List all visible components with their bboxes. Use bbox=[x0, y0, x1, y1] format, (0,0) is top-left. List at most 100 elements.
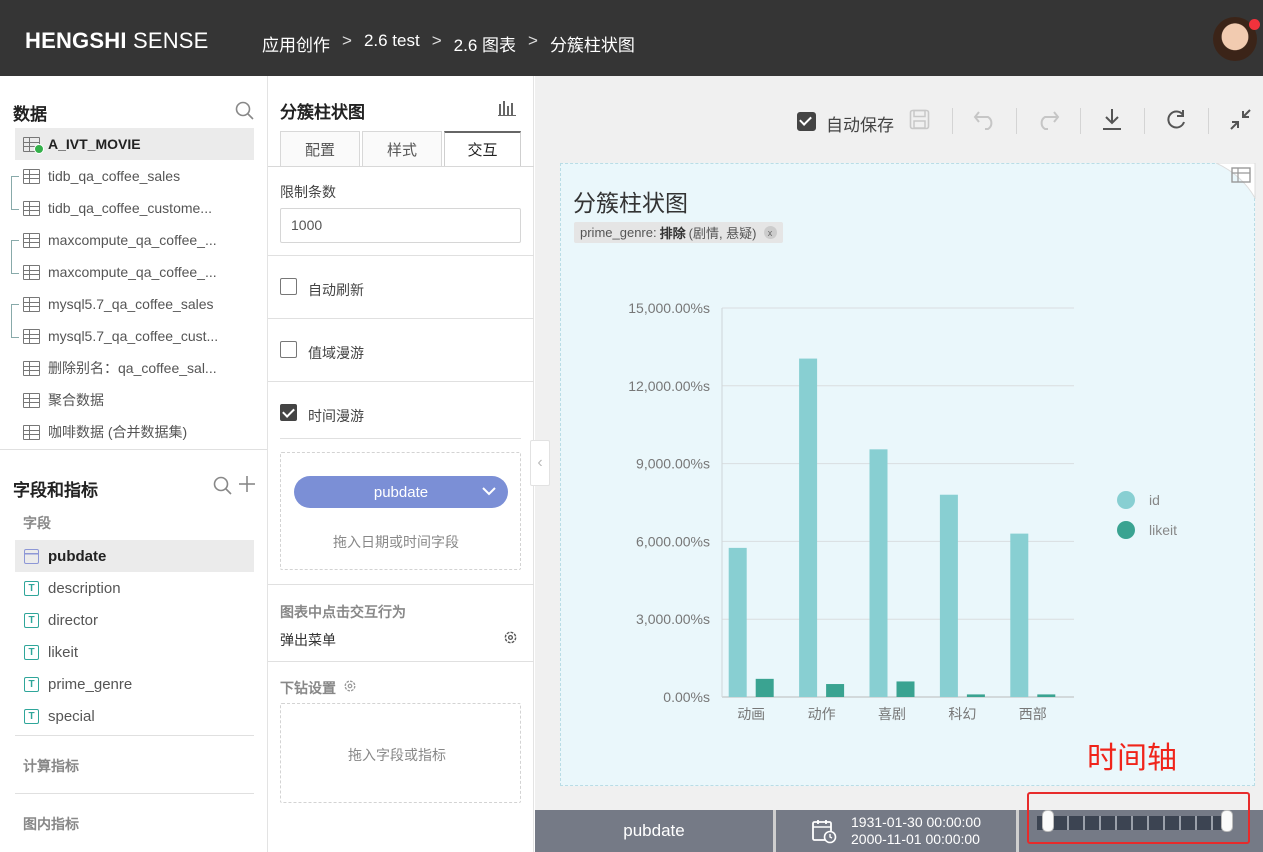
text-field-icon: T bbox=[24, 612, 39, 628]
undo-icon[interactable] bbox=[973, 108, 997, 130]
value-roam-label: 值域漫游 bbox=[308, 345, 364, 361]
chart-card[interactable] bbox=[560, 163, 1255, 786]
breadcrumb-separator: > bbox=[528, 31, 538, 50]
config-panel-title: 分簇柱状图 bbox=[280, 103, 365, 122]
dataset-item[interactable]: 聚合数据 bbox=[15, 384, 254, 416]
dataset-item[interactable]: mysql5.7_qa_coffee_sales bbox=[15, 288, 254, 320]
table-icon bbox=[23, 392, 40, 408]
breadcrumb-separator: > bbox=[342, 31, 352, 50]
field-item[interactable]: Tdirector bbox=[15, 604, 254, 636]
range-end: 2000-11-01 00:00:00 bbox=[851, 831, 980, 847]
dataset-item[interactable]: 咖啡数据 (合并数据集) bbox=[15, 416, 254, 448]
dataset-item[interactable]: maxcompute_qa_coffee_... bbox=[15, 256, 254, 288]
text-field-icon: T bbox=[24, 644, 39, 660]
pubdate-field-pill[interactable]: pubdate bbox=[294, 476, 508, 508]
autosave-checkbox[interactable] bbox=[797, 112, 816, 131]
click-behavior-value[interactable]: 弹出菜单 bbox=[280, 630, 336, 650]
search-icon[interactable] bbox=[213, 476, 233, 496]
filter-remove-icon[interactable]: x bbox=[763, 226, 777, 239]
breadcrumb-current: 分簇柱状图 bbox=[549, 36, 635, 55]
field-item-pubdate[interactable]: pubdate bbox=[15, 540, 254, 572]
collapse-panel-toggle[interactable]: ‹ bbox=[530, 440, 550, 486]
redo-icon[interactable] bbox=[1036, 108, 1060, 130]
page-curl-icon bbox=[1216, 163, 1256, 199]
table-icon bbox=[23, 264, 40, 280]
date-dropzone-hint: 拖入日期或时间字段 bbox=[333, 534, 459, 550]
gear-icon[interactable] bbox=[343, 679, 357, 693]
timeline-highlight-box bbox=[1027, 792, 1250, 844]
brand-logo[interactable]: HENGSHI SENSE bbox=[25, 28, 209, 54]
download-icon[interactable] bbox=[1101, 108, 1123, 131]
table-icon bbox=[23, 200, 40, 216]
tab-config[interactable]: 配置 bbox=[280, 131, 360, 167]
search-icon[interactable] bbox=[235, 101, 255, 121]
autosave-label: 自动保存 bbox=[826, 116, 894, 135]
text-field-icon: T bbox=[24, 676, 39, 692]
dataset-item[interactable]: maxcompute_qa_coffee_... bbox=[15, 224, 254, 256]
limit-input[interactable]: 1000 bbox=[280, 208, 521, 243]
divider bbox=[268, 661, 534, 662]
table-icon bbox=[23, 360, 40, 376]
divider bbox=[268, 584, 534, 585]
collapse-icon[interactable] bbox=[1229, 108, 1252, 131]
timeline-range[interactable]: 1931-01-30 00:00:00 2000-11-01 00:00:00 bbox=[776, 810, 1016, 852]
chevron-down-icon[interactable] bbox=[482, 487, 496, 496]
table-icon bbox=[23, 232, 40, 248]
divider bbox=[268, 255, 534, 256]
value-roam-checkbox[interactable] bbox=[280, 341, 297, 358]
field-item[interactable]: Tprime_genre bbox=[15, 668, 254, 700]
table-icon bbox=[23, 296, 40, 312]
dataset-item[interactable]: 删除别名：qa_coffee_sal... bbox=[15, 352, 254, 384]
fields-subheading: 字段 bbox=[23, 515, 51, 531]
breadcrumb: 应用创作 > 2.6 test > 2.6 图表 > 分簇柱状图 bbox=[262, 31, 635, 56]
table-icon bbox=[23, 424, 40, 440]
notification-dot bbox=[1249, 19, 1260, 30]
timeline-field[interactable]: pubdate bbox=[535, 810, 773, 852]
calendar-clock-icon bbox=[812, 820, 837, 844]
date-field-icon bbox=[24, 548, 39, 564]
text-field-icon: T bbox=[24, 708, 39, 724]
text-field-icon: T bbox=[24, 580, 39, 596]
dataset-item[interactable]: tidb_qa_coffee_sales bbox=[15, 160, 254, 192]
divider bbox=[15, 793, 254, 794]
tab-interaction[interactable]: 交互 bbox=[444, 131, 521, 167]
divider bbox=[15, 735, 254, 736]
dataset-item[interactable]: A_IVT_MOVIE bbox=[15, 128, 254, 160]
field-item[interactable]: Tdescription bbox=[15, 572, 254, 604]
date-field-dropzone[interactable] bbox=[280, 452, 521, 570]
top-bar: HENGSHI SENSE 应用创作 > 2.6 test > 2.6 图表 >… bbox=[0, 0, 1263, 76]
dataset-item[interactable]: tidb_qa_coffee_custome... bbox=[15, 192, 254, 224]
timeline-annotation: 时间轴 bbox=[1087, 742, 1177, 775]
inchart-metrics-subheading: 图内指标 bbox=[23, 816, 79, 832]
breadcrumb-item[interactable]: 应用创作 bbox=[262, 31, 330, 56]
add-icon[interactable] bbox=[238, 475, 256, 493]
toolbar-divider bbox=[1016, 108, 1017, 134]
filter-tag[interactable]: prime_genre: 排除 (剧情, 悬疑) x bbox=[574, 222, 783, 243]
divider bbox=[268, 318, 534, 319]
table-icon bbox=[23, 328, 40, 344]
calc-metrics-subheading: 计算指标 bbox=[23, 758, 79, 774]
field-item[interactable]: Tspecial bbox=[15, 700, 254, 732]
time-roam-checkbox[interactable] bbox=[280, 404, 297, 421]
bar-chart-icon[interactable] bbox=[498, 100, 516, 116]
refresh-icon[interactable] bbox=[1165, 109, 1187, 131]
tab-style[interactable]: 样式 bbox=[362, 131, 442, 167]
config-tabs: 配置 样式 交互 bbox=[280, 131, 523, 167]
auto-refresh-checkbox[interactable] bbox=[280, 278, 297, 295]
time-roam-label: 时间漫游 bbox=[308, 408, 364, 424]
click-behavior-label: 图表中点击交互行为 bbox=[280, 604, 406, 620]
fields-panel-title: 字段和指标 bbox=[13, 481, 98, 500]
drill-settings-label: 下钻设置 bbox=[280, 680, 336, 696]
save-icon[interactable] bbox=[909, 109, 930, 130]
gear-icon[interactable] bbox=[503, 630, 518, 645]
field-item[interactable]: Tlikeit bbox=[15, 636, 254, 668]
toolbar-divider bbox=[952, 108, 953, 134]
dataset-item[interactable]: mysql5.7_qa_coffee_cust... bbox=[15, 320, 254, 352]
toolbar-divider bbox=[1144, 108, 1145, 134]
divider bbox=[268, 166, 534, 167]
breadcrumb-item[interactable]: 2.6 图表 bbox=[454, 31, 516, 56]
divider bbox=[280, 438, 521, 439]
divider bbox=[0, 449, 267, 450]
toolbar-divider bbox=[1080, 108, 1081, 134]
breadcrumb-item[interactable]: 2.6 test bbox=[364, 31, 420, 56]
